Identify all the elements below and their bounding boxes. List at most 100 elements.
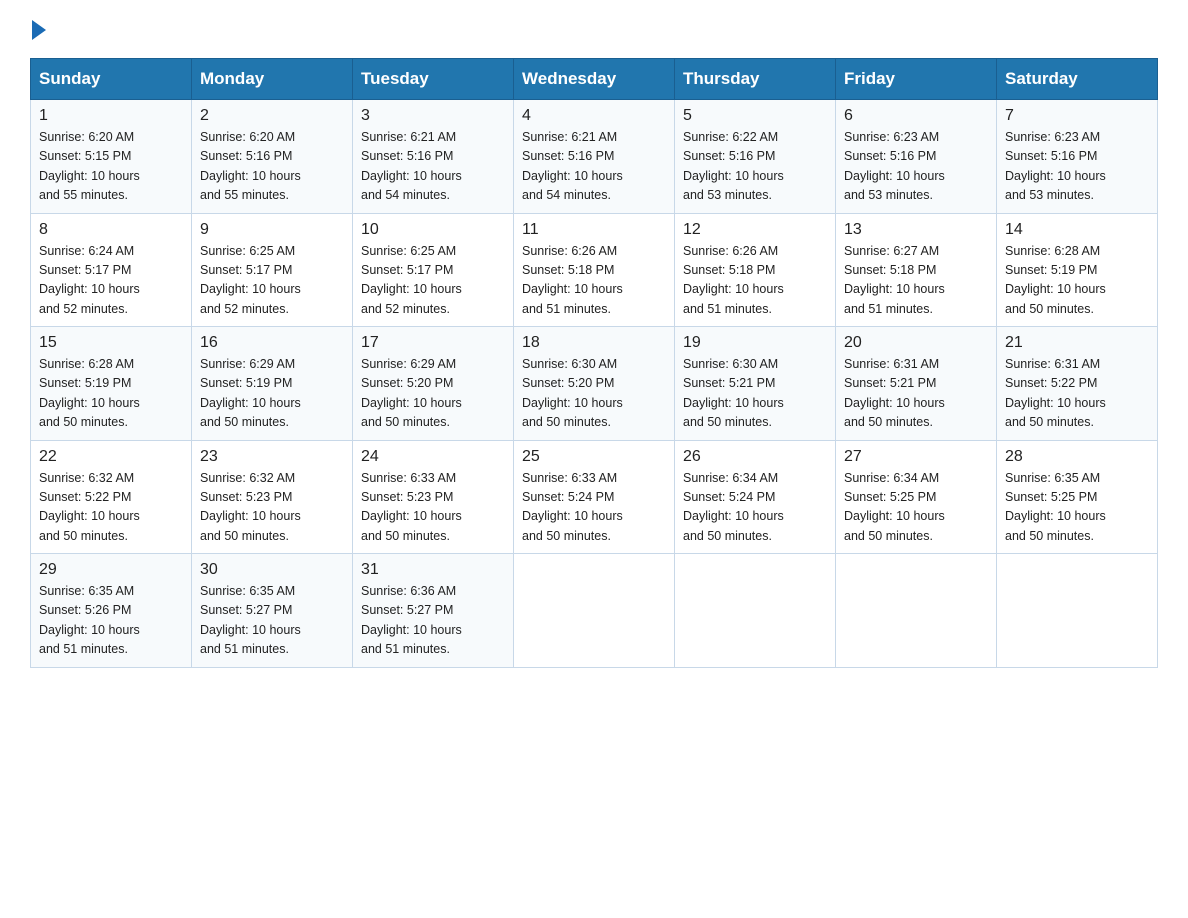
calendar-cell: 11 Sunrise: 6:26 AMSunset: 5:18 PMDaylig… [514, 213, 675, 327]
day-info: Sunrise: 6:31 AMSunset: 5:22 PMDaylight:… [1005, 355, 1149, 433]
calendar-cell: 25 Sunrise: 6:33 AMSunset: 5:24 PMDaylig… [514, 440, 675, 554]
calendar-cell: 7 Sunrise: 6:23 AMSunset: 5:16 PMDayligh… [997, 100, 1158, 214]
calendar-week-row: 15 Sunrise: 6:28 AMSunset: 5:19 PMDaylig… [31, 327, 1158, 441]
calendar-cell: 14 Sunrise: 6:28 AMSunset: 5:19 PMDaylig… [997, 213, 1158, 327]
col-header-monday: Monday [192, 59, 353, 100]
calendar-table: SundayMondayTuesdayWednesdayThursdayFrid… [30, 58, 1158, 668]
day-info: Sunrise: 6:26 AMSunset: 5:18 PMDaylight:… [683, 242, 827, 320]
calendar-week-row: 1 Sunrise: 6:20 AMSunset: 5:15 PMDayligh… [31, 100, 1158, 214]
day-number: 8 [39, 221, 183, 239]
calendar-cell: 20 Sunrise: 6:31 AMSunset: 5:21 PMDaylig… [836, 327, 997, 441]
calendar-cell: 5 Sunrise: 6:22 AMSunset: 5:16 PMDayligh… [675, 100, 836, 214]
calendar-cell: 31 Sunrise: 6:36 AMSunset: 5:27 PMDaylig… [353, 554, 514, 668]
day-number: 6 [844, 107, 988, 125]
day-info: Sunrise: 6:35 AMSunset: 5:27 PMDaylight:… [200, 582, 344, 660]
calendar-cell [675, 554, 836, 668]
calendar-cell: 17 Sunrise: 6:29 AMSunset: 5:20 PMDaylig… [353, 327, 514, 441]
day-info: Sunrise: 6:33 AMSunset: 5:23 PMDaylight:… [361, 469, 505, 547]
calendar-cell: 21 Sunrise: 6:31 AMSunset: 5:22 PMDaylig… [997, 327, 1158, 441]
logo [30, 20, 46, 40]
day-number: 29 [39, 561, 183, 579]
col-header-thursday: Thursday [675, 59, 836, 100]
day-number: 23 [200, 448, 344, 466]
calendar-week-row: 22 Sunrise: 6:32 AMSunset: 5:22 PMDaylig… [31, 440, 1158, 554]
day-info: Sunrise: 6:34 AMSunset: 5:25 PMDaylight:… [844, 469, 988, 547]
calendar-cell: 12 Sunrise: 6:26 AMSunset: 5:18 PMDaylig… [675, 213, 836, 327]
day-info: Sunrise: 6:33 AMSunset: 5:24 PMDaylight:… [522, 469, 666, 547]
calendar-cell: 22 Sunrise: 6:32 AMSunset: 5:22 PMDaylig… [31, 440, 192, 554]
day-info: Sunrise: 6:32 AMSunset: 5:23 PMDaylight:… [200, 469, 344, 547]
col-header-sunday: Sunday [31, 59, 192, 100]
day-number: 1 [39, 107, 183, 125]
day-info: Sunrise: 6:26 AMSunset: 5:18 PMDaylight:… [522, 242, 666, 320]
logo-arrow-icon [32, 20, 46, 40]
day-info: Sunrise: 6:36 AMSunset: 5:27 PMDaylight:… [361, 582, 505, 660]
day-number: 25 [522, 448, 666, 466]
day-info: Sunrise: 6:31 AMSunset: 5:21 PMDaylight:… [844, 355, 988, 433]
day-number: 18 [522, 334, 666, 352]
day-number: 19 [683, 334, 827, 352]
day-number: 22 [39, 448, 183, 466]
day-number: 28 [1005, 448, 1149, 466]
calendar-cell: 23 Sunrise: 6:32 AMSunset: 5:23 PMDaylig… [192, 440, 353, 554]
col-header-tuesday: Tuesday [353, 59, 514, 100]
calendar-cell: 28 Sunrise: 6:35 AMSunset: 5:25 PMDaylig… [997, 440, 1158, 554]
day-number: 13 [844, 221, 988, 239]
calendar-cell: 3 Sunrise: 6:21 AMSunset: 5:16 PMDayligh… [353, 100, 514, 214]
day-number: 26 [683, 448, 827, 466]
day-info: Sunrise: 6:20 AMSunset: 5:16 PMDaylight:… [200, 128, 344, 206]
day-info: Sunrise: 6:24 AMSunset: 5:17 PMDaylight:… [39, 242, 183, 320]
day-number: 12 [683, 221, 827, 239]
day-info: Sunrise: 6:21 AMSunset: 5:16 PMDaylight:… [522, 128, 666, 206]
calendar-cell: 2 Sunrise: 6:20 AMSunset: 5:16 PMDayligh… [192, 100, 353, 214]
day-info: Sunrise: 6:22 AMSunset: 5:16 PMDaylight:… [683, 128, 827, 206]
day-info: Sunrise: 6:35 AMSunset: 5:26 PMDaylight:… [39, 582, 183, 660]
calendar-week-row: 8 Sunrise: 6:24 AMSunset: 5:17 PMDayligh… [31, 213, 1158, 327]
calendar-cell: 13 Sunrise: 6:27 AMSunset: 5:18 PMDaylig… [836, 213, 997, 327]
calendar-cell: 6 Sunrise: 6:23 AMSunset: 5:16 PMDayligh… [836, 100, 997, 214]
page-header [30, 20, 1158, 40]
day-number: 30 [200, 561, 344, 579]
day-info: Sunrise: 6:30 AMSunset: 5:20 PMDaylight:… [522, 355, 666, 433]
day-number: 31 [361, 561, 505, 579]
day-number: 7 [1005, 107, 1149, 125]
day-number: 5 [683, 107, 827, 125]
day-info: Sunrise: 6:25 AMSunset: 5:17 PMDaylight:… [200, 242, 344, 320]
col-header-wednesday: Wednesday [514, 59, 675, 100]
day-info: Sunrise: 6:32 AMSunset: 5:22 PMDaylight:… [39, 469, 183, 547]
day-number: 16 [200, 334, 344, 352]
day-number: 10 [361, 221, 505, 239]
calendar-cell: 4 Sunrise: 6:21 AMSunset: 5:16 PMDayligh… [514, 100, 675, 214]
col-header-friday: Friday [836, 59, 997, 100]
calendar-cell: 27 Sunrise: 6:34 AMSunset: 5:25 PMDaylig… [836, 440, 997, 554]
col-header-saturday: Saturday [997, 59, 1158, 100]
calendar-cell: 29 Sunrise: 6:35 AMSunset: 5:26 PMDaylig… [31, 554, 192, 668]
calendar-cell: 18 Sunrise: 6:30 AMSunset: 5:20 PMDaylig… [514, 327, 675, 441]
day-number: 3 [361, 107, 505, 125]
day-number: 24 [361, 448, 505, 466]
calendar-cell [836, 554, 997, 668]
day-number: 17 [361, 334, 505, 352]
calendar-cell: 15 Sunrise: 6:28 AMSunset: 5:19 PMDaylig… [31, 327, 192, 441]
calendar-cell: 30 Sunrise: 6:35 AMSunset: 5:27 PMDaylig… [192, 554, 353, 668]
day-info: Sunrise: 6:34 AMSunset: 5:24 PMDaylight:… [683, 469, 827, 547]
day-number: 15 [39, 334, 183, 352]
day-number: 14 [1005, 221, 1149, 239]
day-number: 11 [522, 221, 666, 239]
calendar-cell: 9 Sunrise: 6:25 AMSunset: 5:17 PMDayligh… [192, 213, 353, 327]
day-info: Sunrise: 6:29 AMSunset: 5:19 PMDaylight:… [200, 355, 344, 433]
day-info: Sunrise: 6:23 AMSunset: 5:16 PMDaylight:… [1005, 128, 1149, 206]
day-info: Sunrise: 6:30 AMSunset: 5:21 PMDaylight:… [683, 355, 827, 433]
day-info: Sunrise: 6:29 AMSunset: 5:20 PMDaylight:… [361, 355, 505, 433]
calendar-cell: 19 Sunrise: 6:30 AMSunset: 5:21 PMDaylig… [675, 327, 836, 441]
day-info: Sunrise: 6:27 AMSunset: 5:18 PMDaylight:… [844, 242, 988, 320]
day-number: 21 [1005, 334, 1149, 352]
day-number: 9 [200, 221, 344, 239]
calendar-cell [514, 554, 675, 668]
calendar-week-row: 29 Sunrise: 6:35 AMSunset: 5:26 PMDaylig… [31, 554, 1158, 668]
day-info: Sunrise: 6:35 AMSunset: 5:25 PMDaylight:… [1005, 469, 1149, 547]
day-info: Sunrise: 6:25 AMSunset: 5:17 PMDaylight:… [361, 242, 505, 320]
calendar-cell [997, 554, 1158, 668]
day-info: Sunrise: 6:28 AMSunset: 5:19 PMDaylight:… [39, 355, 183, 433]
calendar-cell: 16 Sunrise: 6:29 AMSunset: 5:19 PMDaylig… [192, 327, 353, 441]
